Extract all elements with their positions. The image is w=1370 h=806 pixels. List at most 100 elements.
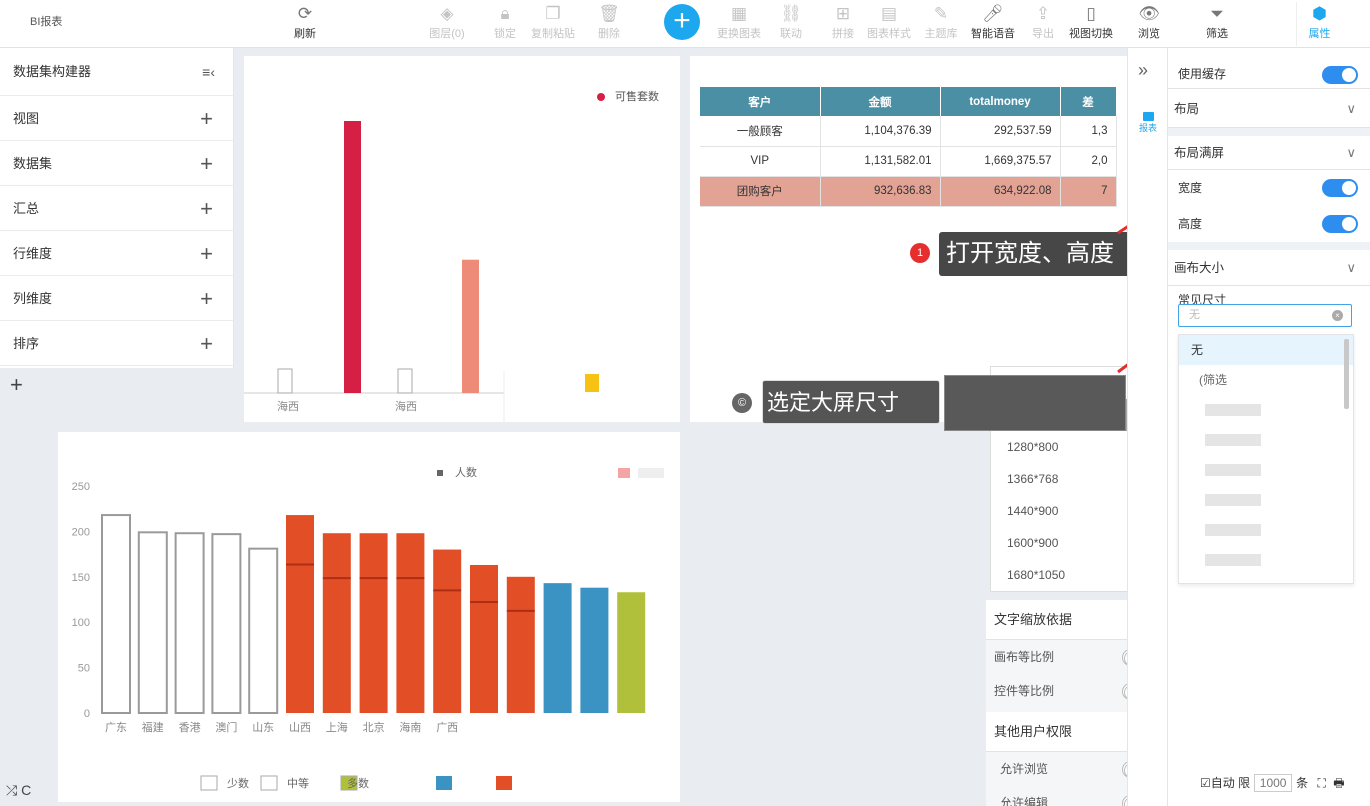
layer-button[interactable]: ◈ 图层(0) <box>424 2 470 46</box>
x-tick-label: 福建 <box>142 720 164 734</box>
shuffle-icon[interactable]: ⤮ C <box>6 782 31 799</box>
bar[interactable] <box>101 514 131 714</box>
lock-button[interactable]: 🔒︎ 锁定 <box>482 2 528 46</box>
bar[interactable] <box>433 549 462 713</box>
collapse-panel-icon[interactable]: ≡‹ <box>202 48 215 96</box>
theme-button[interactable]: ✎ 主题库 <box>918 2 964 46</box>
add-icon[interactable]: + <box>200 231 213 276</box>
add-component-button[interactable]: + <box>664 4 700 40</box>
y-tick-label: 150 <box>72 572 90 584</box>
height-row: 高度 <box>1168 206 1370 242</box>
bar[interactable] <box>506 576 535 713</box>
expand-icon[interactable]: ⛶ <box>1317 776 1325 790</box>
builder-item-dataset[interactable]: 数据集 + <box>0 141 233 186</box>
replace-chart-button[interactable]: ▦ 更换图表 <box>716 2 762 46</box>
canvas-size-header[interactable]: 画布大小 ∨ <box>1168 250 1370 286</box>
table-row[interactable]: 团购客户 932,636.83 634,922.08 7 <box>700 176 1117 207</box>
delete-button[interactable]: 🗑︎ 删除 <box>586 2 632 46</box>
size-option-blurred[interactable] <box>1179 545 1353 575</box>
size-option-blurred[interactable] <box>1179 515 1353 545</box>
table-header-cell[interactable]: totalmoney <box>940 87 1061 116</box>
size-option-none[interactable]: 无 <box>1179 335 1353 365</box>
limit-input[interactable]: 1000 <box>1254 774 1293 792</box>
report-tab[interactable]: 报表 <box>1136 112 1160 134</box>
table-header-cell[interactable]: 差 <box>1060 87 1117 116</box>
clear-icon[interactable]: × <box>1332 310 1343 321</box>
auto-checkbox[interactable]: ☑自动 <box>1200 776 1235 790</box>
filter-button[interactable]: ⏷ 筛选 <box>1194 2 1240 46</box>
bar[interactable] <box>174 532 205 714</box>
bar[interactable] <box>344 121 361 393</box>
add-icon[interactable]: + <box>200 186 213 231</box>
voice-button[interactable]: 🎤︎ 智能语音 <box>970 2 1016 46</box>
table-row[interactable]: VIP 1,131,582.01 1,669,375.57 2,0 <box>700 146 1117 177</box>
bar[interactable] <box>585 374 599 392</box>
builder-item-summary[interactable]: 汇总 + <box>0 186 233 231</box>
x-tick-label: 海南 <box>399 720 421 734</box>
print-icon[interactable]: 🖶︎ <box>1333 776 1344 790</box>
bar[interactable] <box>137 531 168 714</box>
add-icon[interactable]: + <box>200 321 213 366</box>
add-icon[interactable]: + <box>200 276 213 321</box>
hexagon-icon: ⬢ <box>1312 4 1327 23</box>
table-header-cell[interactable]: 金额 <box>820 87 941 116</box>
size-option-blurred[interactable] <box>1179 395 1353 425</box>
lock-icon: 🔒︎ <box>500 4 510 23</box>
builder-item-view[interactable]: 视图 + <box>0 96 233 141</box>
chart-style-button[interactable]: ▤ 图表样式 <box>866 2 912 46</box>
size-option-blurred[interactable] <box>1179 485 1353 515</box>
table-cell: 1,3 <box>1060 116 1117 147</box>
y-axis: 0 50 100 150 200 250 <box>72 481 90 720</box>
bar[interactable] <box>286 515 314 713</box>
bar-placeholder <box>397 368 413 394</box>
size-option-blurred[interactable] <box>1179 425 1353 455</box>
bar[interactable] <box>248 547 279 715</box>
bar[interactable] <box>396 533 425 713</box>
export-button[interactable]: ⇪ 导出 <box>1020 2 1066 46</box>
size-option-blurred[interactable] <box>1179 455 1353 485</box>
y-tick-label: 0 <box>84 708 90 720</box>
layout-fill-header[interactable]: 布局满屏 ∨ <box>1168 136 1370 170</box>
copy-icon: ❐ <box>545 4 561 23</box>
refresh-button[interactable]: ⟳ 刷新 <box>282 2 328 46</box>
table-row[interactable]: 一般顾客 1,104,376.39 292,537.59 1,3 <box>700 116 1117 147</box>
bar[interactable] <box>462 259 479 393</box>
bar[interactable] <box>322 533 351 713</box>
step-badge-2: © <box>732 393 752 413</box>
chevron-down-icon: ∨ <box>1346 145 1356 160</box>
width-toggle[interactable] <box>1322 179 1358 197</box>
bar[interactable] <box>543 583 572 713</box>
browse-button[interactable]: 👁︎ 浏览 <box>1126 2 1172 46</box>
bar[interactable] <box>617 592 646 713</box>
add-icon[interactable]: + <box>200 141 213 186</box>
province-bars-group <box>101 514 646 715</box>
common-size-select[interactable]: 无 × <box>1178 304 1352 327</box>
legend-label: 可售套数 <box>615 89 659 103</box>
bar[interactable] <box>580 587 609 713</box>
combine-button[interactable]: ⊞ 拼接 <box>820 2 866 46</box>
add-icon[interactable]: + <box>200 96 213 141</box>
copy-paste-button[interactable]: ❐ 复制粘贴 <box>530 2 576 46</box>
properties-tab[interactable]: ⬢ 属性 <box>1296 2 1342 46</box>
size-option-filter[interactable]: (筛选 <box>1179 365 1353 395</box>
bar[interactable] <box>470 564 498 713</box>
use-cache-toggle[interactable] <box>1322 66 1358 84</box>
layout-header[interactable]: 布局 ∨ <box>1168 88 1370 128</box>
builder-item-row-dimension[interactable]: 行维度 + <box>0 231 233 276</box>
tooltip-step-1: 打开宽度、高度 <box>939 232 1146 276</box>
table-cell: 634,922.08 <box>940 176 1061 207</box>
bar[interactable] <box>211 533 242 715</box>
builder-item-sort[interactable]: 排序 + <box>0 321 233 366</box>
link-button[interactable]: ⛓︎ 联动 <box>768 2 814 46</box>
expand-icon[interactable]: » <box>1138 60 1148 81</box>
x-tick-label: 北京 <box>363 720 385 734</box>
province-bar-chart-panel[interactable]: 人数 0 50 100 150 200 250 广东 福建 香港 澳门 山东 山西 上海 北京 海南 广西 … <box>58 432 680 802</box>
view-switch-button[interactable]: ▯ 视图切换 <box>1068 2 1114 46</box>
builder-item-column-dimension[interactable]: 列维度 + <box>0 276 233 321</box>
add-float-icon[interactable]: + <box>10 372 23 398</box>
bar[interactable] <box>359 533 388 713</box>
table-header-cell[interactable]: 客户 <box>700 87 821 116</box>
bar-chart-panel[interactable]: 可售套数 海西海西海西 <box>244 56 680 422</box>
height-toggle[interactable] <box>1322 215 1358 233</box>
dropdown-scrollbar[interactable] <box>1344 339 1349 409</box>
